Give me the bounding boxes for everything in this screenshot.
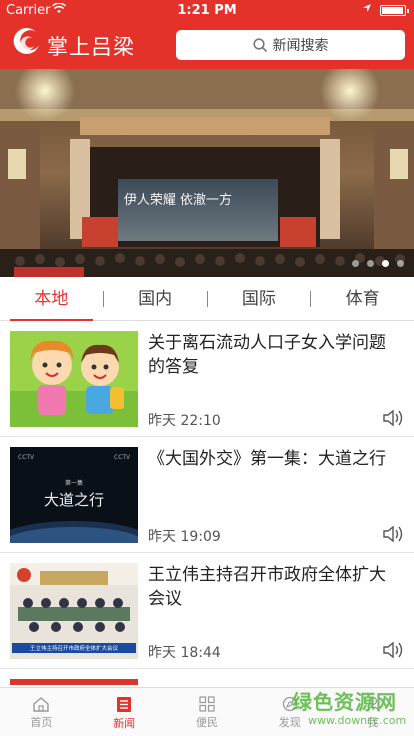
category-tabs: 本地 国内 国际 体育 xyxy=(0,277,414,321)
banner-carousel[interactable]: 伊人荣耀 依澈一方 xyxy=(0,69,414,277)
watermark-text: 绿色资源网 xyxy=(292,690,397,714)
search-placeholder: 新闻搜索 xyxy=(272,38,329,54)
nav-services-label: 便民 xyxy=(195,716,218,729)
tab-international[interactable]: 国际 xyxy=(208,277,311,320)
nav-services[interactable]: 便民 xyxy=(166,688,249,736)
news-time: 昨天 18:44 xyxy=(148,645,221,661)
tab-local[interactable]: 本地 xyxy=(0,277,103,321)
nav-news-label: 新闻 xyxy=(113,717,136,730)
grid-icon xyxy=(199,696,215,712)
home-icon xyxy=(33,697,50,712)
carousel-dot[interactable] xyxy=(382,260,389,267)
banner-screen-text: 伊人荣耀 依澈一方 xyxy=(124,192,232,208)
tab-sports[interactable]: 体育 xyxy=(311,277,414,320)
battery-level xyxy=(382,7,403,14)
tab-domestic[interactable]: 国内 xyxy=(104,277,207,320)
app-header: 掌上吕梁 新闻搜索 xyxy=(0,20,414,69)
news-title: 《大国外交》第一集：大道之行 xyxy=(148,449,386,469)
thumbnail-subtitle: 第一集 xyxy=(65,479,83,487)
battery-icon xyxy=(380,5,409,16)
thumbnail-caption: 王立伟主持召开市政府全体扩大会议 xyxy=(30,644,119,652)
news-item[interactable]: 关于离石流动人口子女入学问题的答复 昨天 22:10 xyxy=(0,321,414,437)
news-title: 关于离石流动人口子女入学问题的答复 xyxy=(148,333,386,377)
app-title: 掌上吕梁 xyxy=(47,35,135,59)
nav-home[interactable]: 首页 xyxy=(0,688,83,736)
watermark: 绿色资源网 www.downcc.com xyxy=(286,682,412,734)
news-thumbnail xyxy=(10,331,138,427)
search-icon xyxy=(252,37,267,52)
thumbnail-text: 大道之行 xyxy=(44,491,104,509)
news-title: 王立伟主持召开市政府全体扩大会议 xyxy=(148,565,386,609)
news-thumbnail: CCTV CCTV 第一集 大道之行 xyxy=(10,447,138,543)
search-input[interactable]: 新闻搜索 xyxy=(176,30,405,60)
svg-text:CCTV: CCTV xyxy=(18,454,35,461)
news-icon xyxy=(117,697,132,712)
news-item[interactable]: 王立伟主持召开市政府全体扩大会议 王立伟主持召开市政府全体扩大会议 昨天 18:… xyxy=(0,553,414,669)
carousel-dot[interactable] xyxy=(352,260,359,267)
location-arrow-icon xyxy=(362,3,372,16)
app-logo-icon xyxy=(13,28,40,55)
news-item[interactable]: CCTV CCTV 第一集 大道之行 《大国外交》第一集：大道之行 昨天 19:… xyxy=(0,437,414,553)
svg-text:CCTV: CCTV xyxy=(114,454,131,461)
speaker-icon[interactable] xyxy=(382,524,404,544)
carousel-dot[interactable] xyxy=(367,260,374,267)
news-time: 昨天 22:10 xyxy=(148,413,221,429)
watermark-url: www.downcc.com xyxy=(308,714,407,727)
speaker-icon[interactable] xyxy=(382,640,404,660)
banner-image: 伊人荣耀 依澈一方 xyxy=(0,69,414,277)
news-thumbnail: 王立伟主持召开市政府全体扩大会议 xyxy=(10,563,138,659)
carousel-dot[interactable] xyxy=(397,260,404,267)
speaker-icon[interactable] xyxy=(382,408,404,428)
status-bar: Carrier 1:21 PM xyxy=(0,0,414,20)
status-time: 1:21 PM xyxy=(177,3,237,18)
news-time: 昨天 19:09 xyxy=(148,529,221,545)
nav-home-label: 首页 xyxy=(30,716,53,729)
carousel-dots xyxy=(352,260,404,267)
nav-news[interactable]: 新闻 xyxy=(83,688,166,736)
partial-news-thumbnail xyxy=(10,679,138,685)
news-list: 关于离石流动人口子女入学问题的答复 昨天 22:10 CCTV CCTV 第一集… xyxy=(0,321,414,669)
